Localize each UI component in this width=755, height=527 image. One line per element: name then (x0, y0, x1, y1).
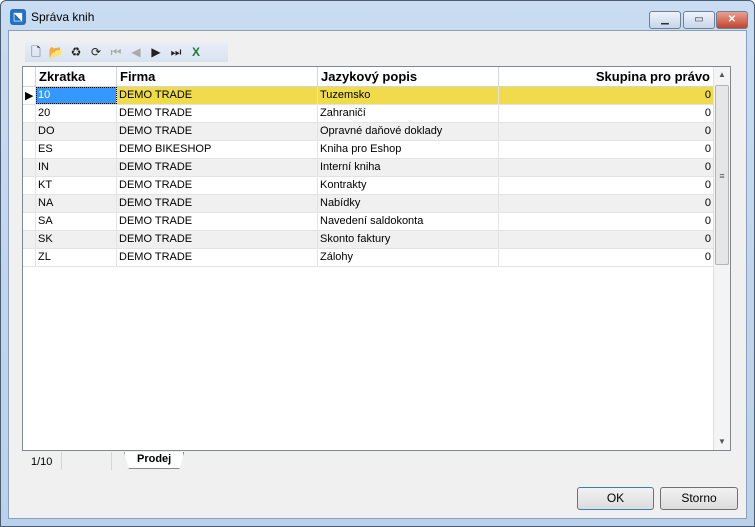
table-row[interactable]: IN DEMO TRADE Interní kniha 0 (23, 159, 714, 177)
cell[interactable]: DEMO TRADE (117, 105, 318, 122)
refresh-icon[interactable]: ⟳ (88, 44, 104, 60)
cell[interactable]: DEMO TRADE (117, 249, 318, 266)
row-indicator (23, 249, 36, 266)
cell[interactable]: 10 (36, 87, 117, 104)
cell[interactable]: DEMO TRADE (117, 213, 318, 230)
excel-export-icon[interactable]: X (188, 44, 204, 60)
minimize-button[interactable]: ▁ (649, 11, 681, 29)
row-indicator (23, 231, 36, 248)
row-indicator (23, 123, 36, 140)
row-indicator (23, 141, 36, 158)
maximize-button[interactable]: ▭ (683, 11, 715, 29)
first-record-icon[interactable]: ⏮ (108, 44, 124, 60)
scroll-up-icon[interactable]: ▲ (714, 67, 730, 83)
cell[interactable]: 0 (499, 195, 714, 212)
cell[interactable]: Nabídky (318, 195, 499, 212)
cell[interactable]: 20 (36, 105, 117, 122)
cell[interactable]: Zahraničí (318, 105, 499, 122)
column-header-skupina[interactable]: Skupina pro právo (499, 67, 714, 86)
cell[interactable]: Zálohy (318, 249, 499, 266)
next-record-icon[interactable]: ▶ (148, 44, 164, 60)
cell[interactable]: 0 (499, 141, 714, 158)
toolbar: 🗋 📂 ♻ ⟳ ⏮ ◀ ▶ ⏭ X (25, 42, 228, 62)
cell[interactable]: IN (36, 159, 117, 176)
books-grid[interactable]: Zkratka Firma Jazykový popis Skupina pro… (22, 66, 731, 451)
previous-record-icon[interactable]: ◀ (128, 44, 144, 60)
column-header-popis[interactable]: Jazykový popis (318, 67, 499, 86)
record-position: 1/10 (22, 452, 62, 470)
scroll-down-icon[interactable]: ▼ (714, 434, 730, 450)
cell[interactable]: NA (36, 195, 117, 212)
app-icon: ⬔ (10, 9, 26, 25)
cell[interactable]: 0 (499, 159, 714, 176)
row-indicator (23, 105, 36, 122)
close-button[interactable]: ✕ (716, 11, 748, 29)
cell[interactable]: SA (36, 213, 117, 230)
cell[interactable]: 0 (499, 123, 714, 140)
cell[interactable]: DEMO TRADE (117, 231, 318, 248)
cell[interactable]: Kontrakty (318, 177, 499, 194)
column-header-zkratka[interactable]: Zkratka (36, 67, 117, 86)
vertical-scrollbar[interactable]: ▲ ≡ ▼ (713, 67, 730, 450)
cell[interactable]: DEMO TRADE (117, 159, 318, 176)
status-bar: 1/10 Prodej (22, 452, 731, 470)
table-row[interactable]: NA DEMO TRADE Nabídky 0 (23, 195, 714, 213)
row-indicator (23, 177, 36, 194)
cancel-button[interactable]: Storno (660, 487, 738, 510)
cell[interactable]: 0 (499, 87, 714, 104)
row-indicator (23, 195, 36, 212)
table-row[interactable]: ZL DEMO TRADE Zálohy 0 (23, 249, 714, 267)
table-row[interactable]: KT DEMO TRADE Kontrakty 0 (23, 177, 714, 195)
cell[interactable]: ZL (36, 249, 117, 266)
scroll-thumb[interactable]: ≡ (715, 85, 729, 265)
table-row[interactable]: SA DEMO TRADE Navedení saldokonta 0 (23, 213, 714, 231)
cell[interactable]: 0 (499, 177, 714, 194)
cell[interactable]: 0 (499, 105, 714, 122)
cell[interactable]: ES (36, 141, 117, 158)
table-row[interactable]: DO DEMO TRADE Opravné daňové doklady 0 (23, 123, 714, 141)
cell[interactable]: Navedení saldokonta (318, 213, 499, 230)
ok-button[interactable]: OK (577, 487, 654, 510)
cell[interactable]: Skonto faktury (318, 231, 499, 248)
cell[interactable]: DEMO TRADE (117, 123, 318, 140)
cell[interactable]: 0 (499, 231, 714, 248)
cell[interactable]: DEMO BIKESHOP (117, 141, 318, 158)
cell[interactable]: DEMO TRADE (117, 177, 318, 194)
cell[interactable]: DO (36, 123, 117, 140)
delete-icon[interactable]: ♻ (68, 44, 84, 60)
cell[interactable]: Kniha pro Eshop (318, 141, 499, 158)
cell[interactable]: 0 (499, 213, 714, 230)
cell[interactable]: Opravné daňové doklady (318, 123, 499, 140)
cell[interactable]: SK (36, 231, 117, 248)
tab-prodej[interactable]: Prodej (124, 452, 185, 469)
cell[interactable]: KT (36, 177, 117, 194)
indicator-header (23, 67, 36, 86)
cell[interactable]: DEMO TRADE (117, 87, 318, 104)
status-empty (62, 452, 112, 470)
window-title: Správa knih (31, 10, 95, 24)
open-folder-icon[interactable]: 📂 (48, 44, 64, 60)
last-record-icon[interactable]: ⏭ (168, 44, 184, 60)
table-row[interactable]: SK DEMO TRADE Skonto faktury 0 (23, 231, 714, 249)
row-indicator (23, 213, 36, 230)
row-indicator: ▶ (23, 87, 36, 104)
cell[interactable]: Interní kniha (318, 159, 499, 176)
table-row[interactable]: ▶ 10 DEMO TRADE Tuzemsko 0 (23, 87, 714, 105)
row-indicator (23, 159, 36, 176)
grid-header: Zkratka Firma Jazykový popis Skupina pro… (23, 67, 714, 87)
cell[interactable]: DEMO TRADE (117, 195, 318, 212)
cell[interactable]: Tuzemsko (318, 87, 499, 104)
new-icon[interactable]: 🗋 (28, 44, 44, 60)
table-row[interactable]: 20 DEMO TRADE Zahraničí 0 (23, 105, 714, 123)
column-header-firma[interactable]: Firma (117, 67, 318, 86)
table-row[interactable]: ES DEMO BIKESHOP Kniha pro Eshop 0 (23, 141, 714, 159)
cell[interactable]: 0 (499, 249, 714, 266)
